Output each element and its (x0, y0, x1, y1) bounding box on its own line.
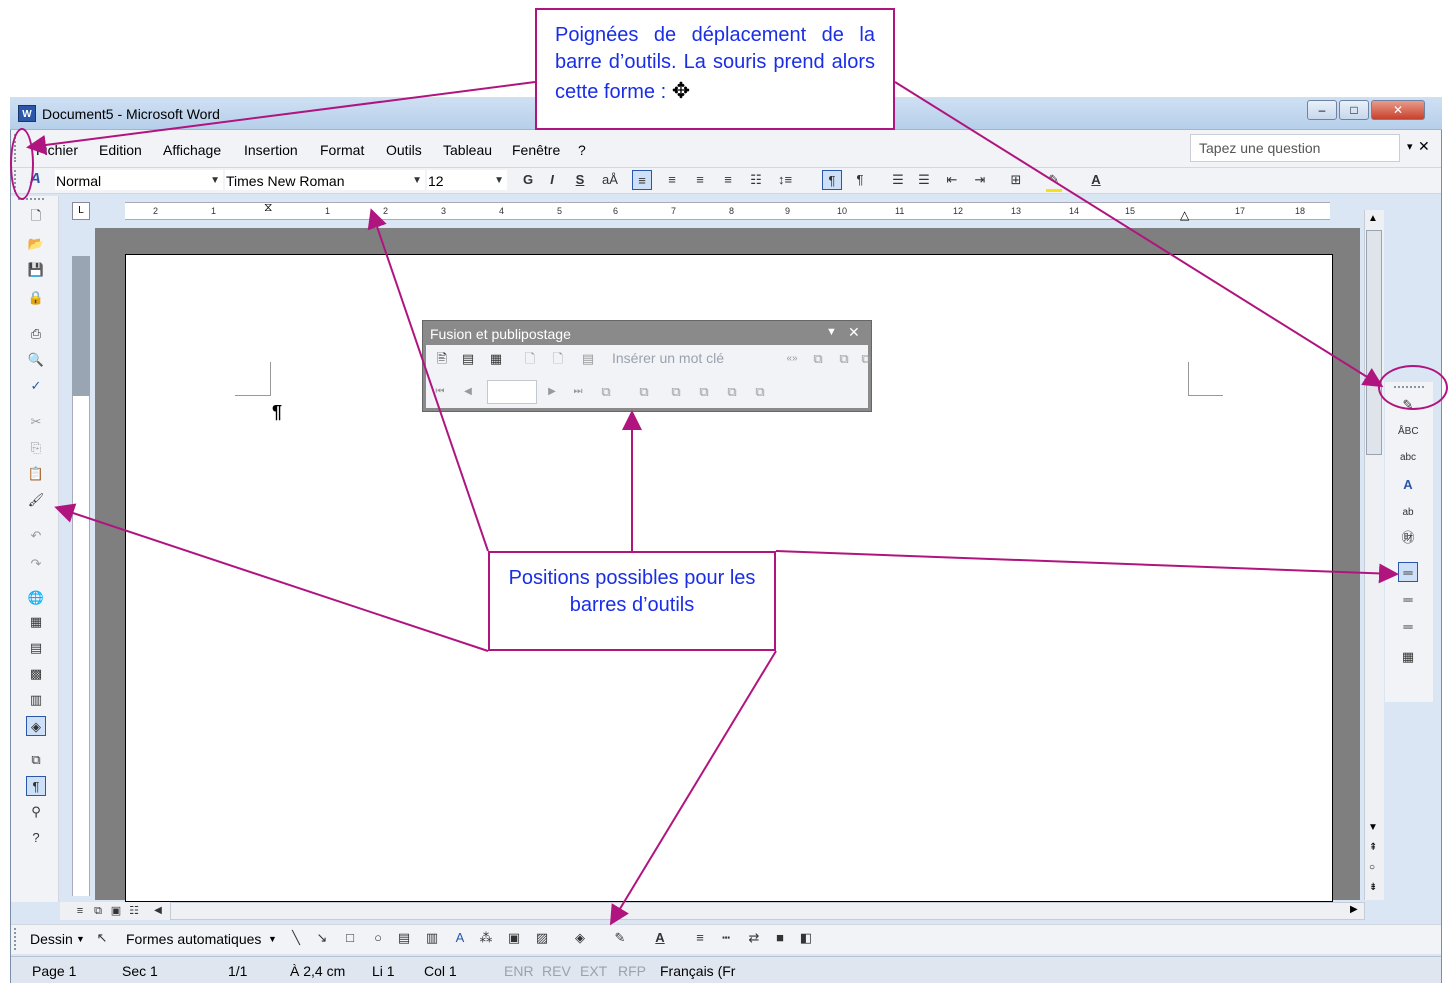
callout-grip-text: Poignées de déplacement de la barre d’ou… (555, 24, 875, 103)
arrow-to-right-toolbar (775, 550, 1399, 584)
annotation-arrows (26, 81, 1399, 926)
highlight-ring-left (10, 128, 34, 200)
arrow-to-left-toolbar (54, 503, 489, 652)
move-cursor-icon: ✥ (671, 78, 691, 103)
callout-grip-handles: Poignées de déplacement de la barre d’ou… (535, 8, 895, 130)
arrow-to-left-grip (26, 81, 536, 155)
arrow-to-bottom-toolbar (609, 650, 777, 926)
arrow-to-top-toolbar (367, 208, 489, 552)
highlight-ring-right (1378, 365, 1448, 410)
arrow-to-right-grip (894, 81, 1384, 388)
callout-positions-text: Positions possibles pour les barres d’ou… (508, 567, 756, 616)
callout-toolbar-positions: Positions possibles pour les barres d’ou… (488, 551, 776, 651)
